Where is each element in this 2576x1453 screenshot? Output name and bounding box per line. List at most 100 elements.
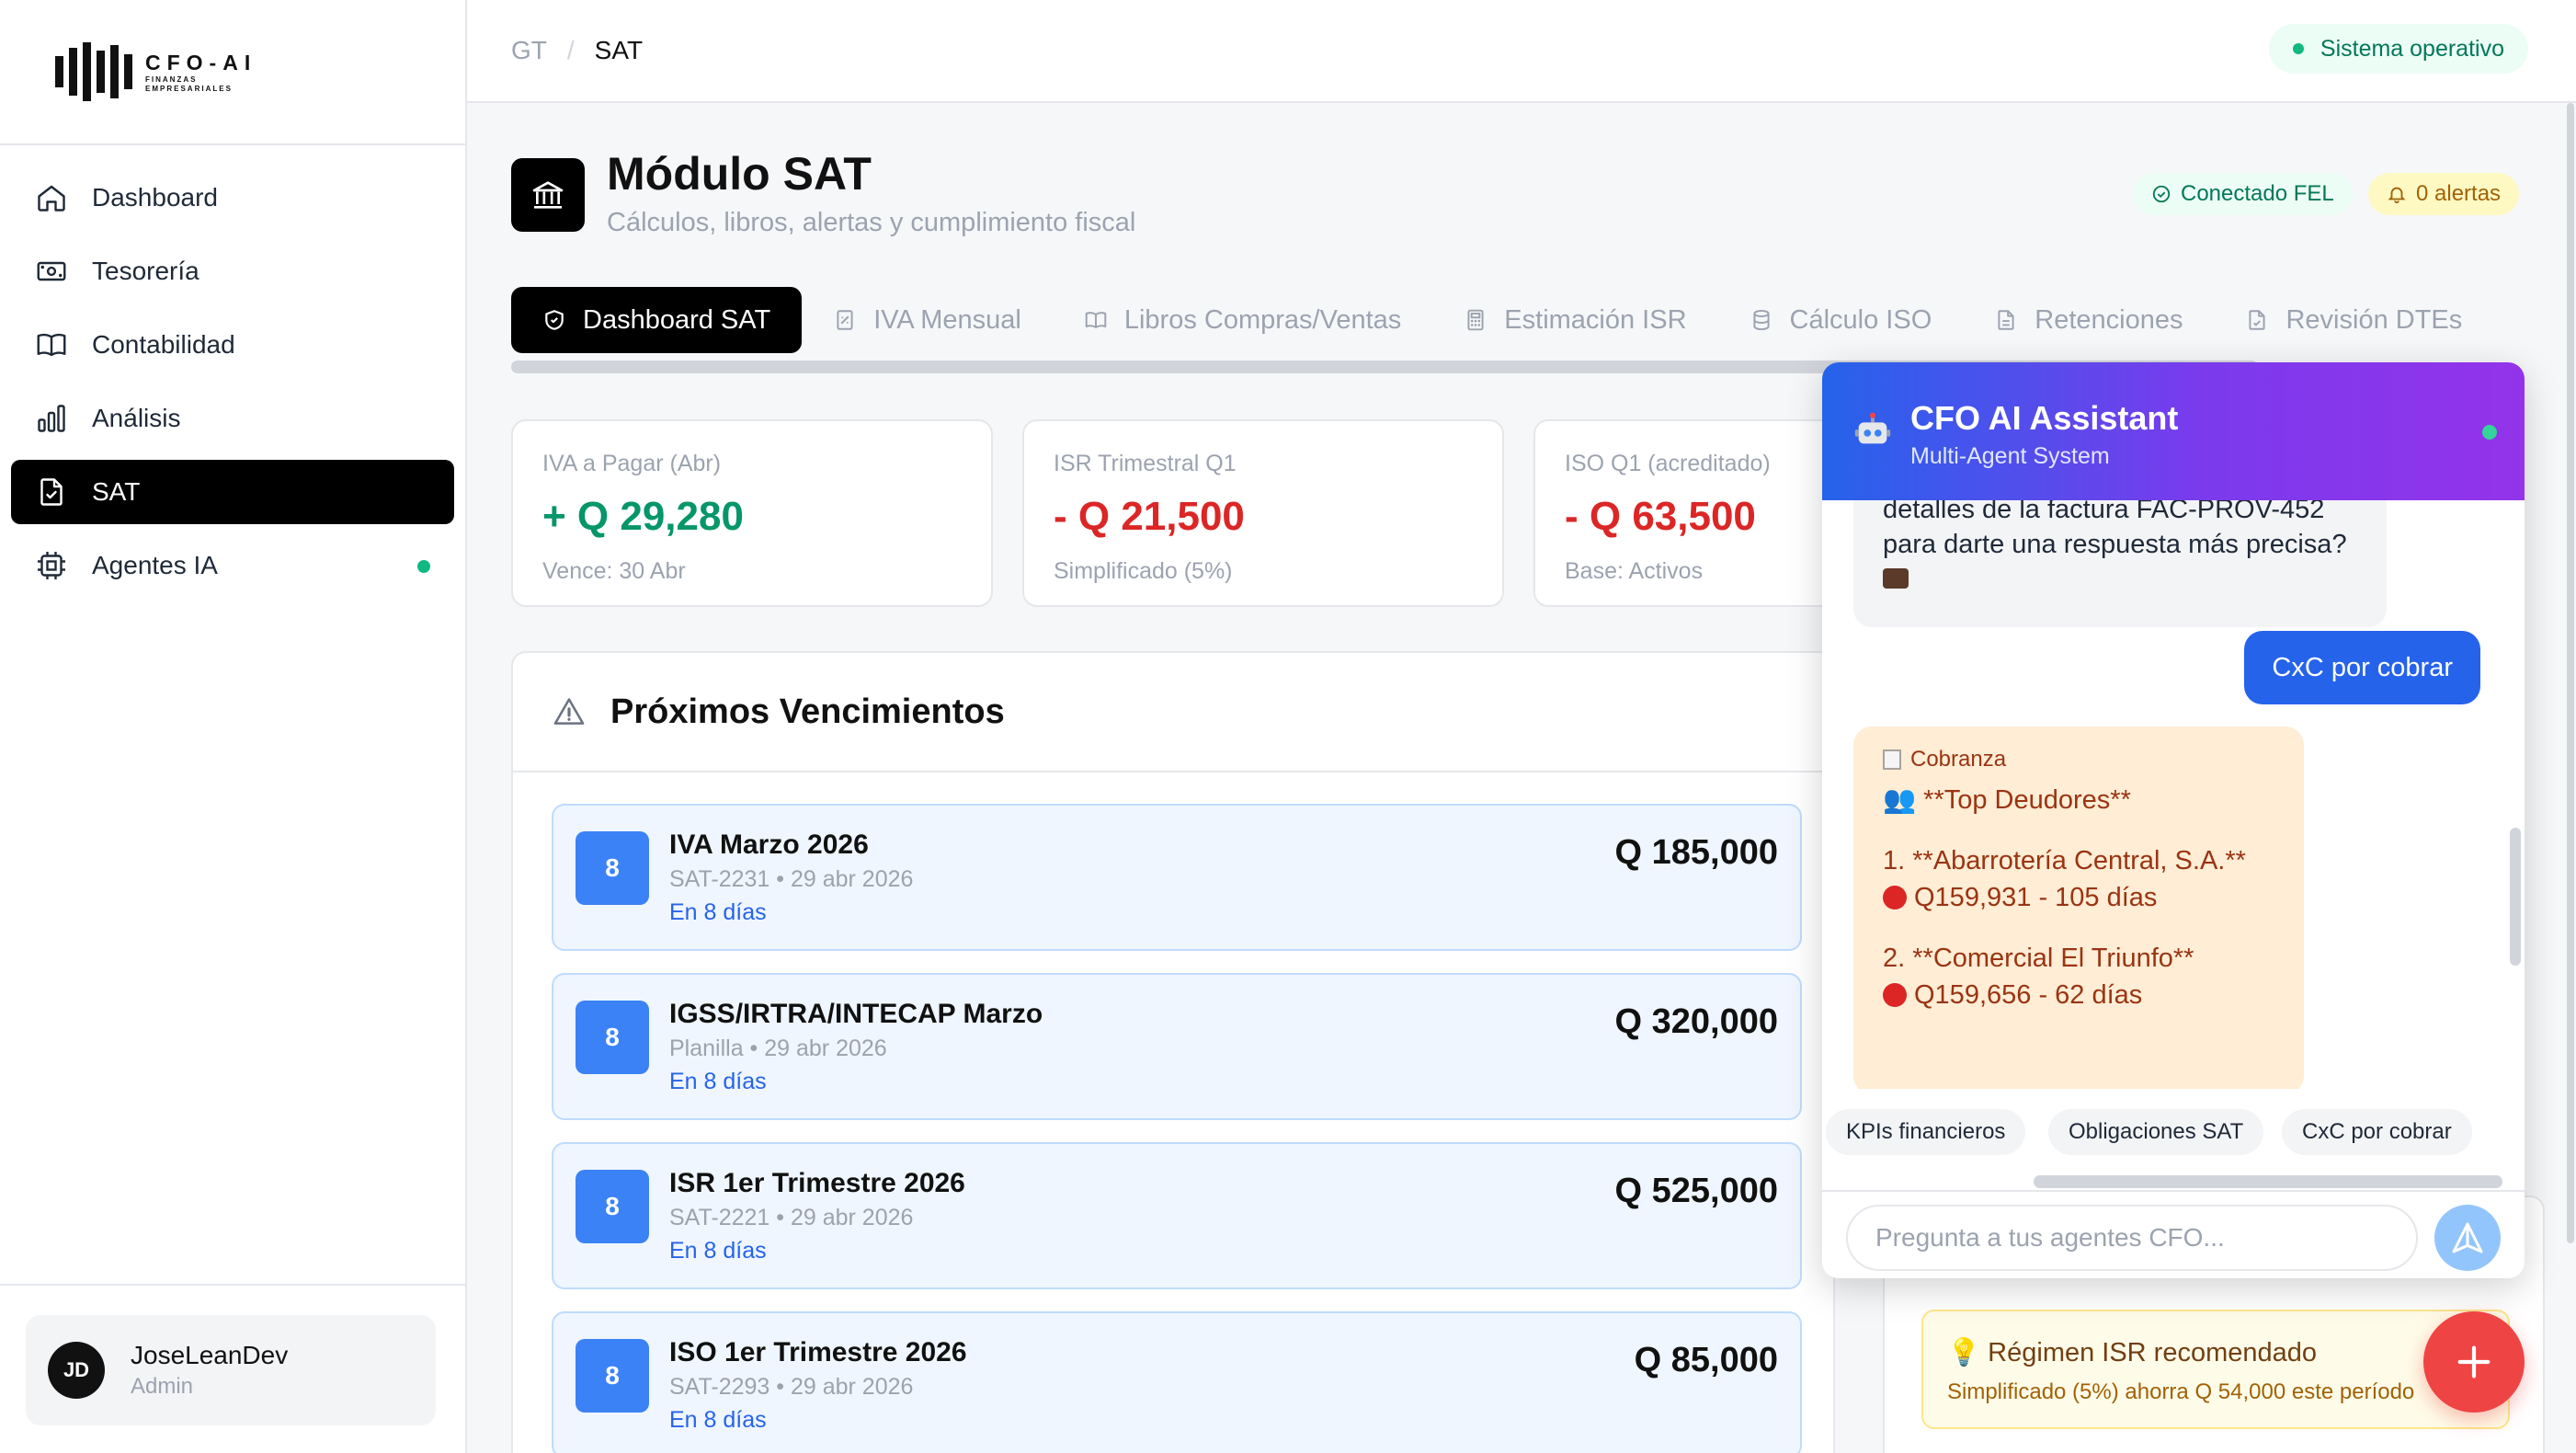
- quick-action-kpis[interactable]: KPIs financieros: [1826, 1109, 2026, 1155]
- alerts-count: 0 alertas: [2416, 181, 2502, 206]
- quick-actions-scrollbar[interactable]: [2034, 1175, 2502, 1188]
- sidebar-item-label: Análisis: [92, 404, 181, 432]
- sidebar-divider: [0, 1284, 465, 1286]
- tab-label: Dashboard SAT: [583, 304, 771, 335]
- receipt-icon: [837, 310, 853, 330]
- sidebar-item-sat[interactable]: SAT: [11, 460, 454, 524]
- book-icon: [1085, 312, 1107, 328]
- vencimiento-amount: Q 525,000: [1614, 1172, 1778, 1210]
- vencimiento-meta: SAT-2293 • 29 abr 2026: [669, 1374, 914, 1400]
- vencimientos-panel: Próximos Vencimientos 8 IVA Marzo 2026 S…: [511, 651, 1835, 1453]
- tab-iva-mensual[interactable]: IVA Mensual: [802, 287, 1053, 353]
- vencimiento-title: IGSS/IRTRA/INTECAP Marzo: [669, 999, 1043, 1029]
- page-title: Módulo SAT: [607, 148, 872, 200]
- logo-mark-icon: [55, 40, 132, 104]
- tab-libros-compras-ventas[interactable]: Libros Compras/Ventas: [1053, 287, 1432, 353]
- days-badge: 8: [576, 831, 649, 905]
- vencimiento-item[interactable]: 8 ISO 1er Trimestre 2026 SAT-2293 • 29 a…: [552, 1311, 1802, 1453]
- vencimiento-meta: Planilla • 29 abr 2026: [669, 1035, 887, 1061]
- vencimiento-item[interactable]: 8 IVA Marzo 2026 SAT-2231 • 29 abr 2026 …: [552, 804, 1802, 951]
- chat-subtitle: Multi-Agent System: [1910, 443, 2110, 469]
- robot-icon: [1854, 412, 1891, 444]
- breadcrumb-root[interactable]: GT: [511, 36, 547, 65]
- warning-triangle-icon: [553, 698, 585, 725]
- brand-logo[interactable]: CFO-AI FINANZAS EMPRESARIALES: [0, 0, 465, 145]
- send-icon: [2452, 1222, 2483, 1253]
- calculator-icon: [1467, 309, 1484, 331]
- vencimiento-amount: Q 320,000: [1614, 1002, 1778, 1041]
- sidebar-item-label: Agentes IA: [92, 551, 218, 579]
- brand-name: CFO-AI: [145, 50, 257, 74]
- vencimiento-title: ISR 1er Trimestre 2026: [669, 1168, 965, 1198]
- quick-action-obligaciones[interactable]: Obligaciones SAT: [2048, 1109, 2264, 1155]
- vencimiento-due: En 8 días: [669, 1238, 767, 1264]
- stat-subtext: Vence: 30 Abr: [542, 558, 686, 584]
- message-line: Q159,656 - 62 días: [1883, 977, 2304, 1013]
- message-line: 👥 **Top Deudores**: [1883, 785, 2131, 815]
- message-line: Q159,931 - 105 días: [1883, 879, 2304, 916]
- brand-tagline-2: EMPRESARIALES: [145, 84, 233, 93]
- tab-revision-dtes[interactable]: Revisión DTEs: [2214, 287, 2462, 353]
- sidebar-item-agentes-ia[interactable]: Agentes IA: [11, 533, 454, 598]
- lightbulb-icon: 💡: [1947, 1338, 1989, 1367]
- book-icon: [37, 333, 66, 357]
- stat-label: ISR Trimestral Q1: [1054, 451, 1237, 476]
- add-fab-button[interactable]: [2423, 1311, 2525, 1413]
- sat-tabs: Dashboard SAT IVA Mensual Libros Compras…: [511, 287, 2462, 353]
- shield-icon: [545, 310, 564, 330]
- vencimiento-meta: SAT-2221 • 29 abr 2026: [669, 1205, 914, 1230]
- vencimiento-due: En 8 días: [669, 899, 767, 925]
- tab-estimacion-isr[interactable]: Estimación ISR: [1432, 287, 1717, 353]
- tab-dashboard-sat[interactable]: Dashboard SAT: [511, 287, 803, 353]
- vencimiento-title: ISO 1er Trimestre 2026: [669, 1337, 967, 1367]
- system-status-text: Sistema operativo: [2320, 35, 2504, 62]
- sidebar-item-tesoreria[interactable]: Tesorería: [11, 239, 454, 303]
- regimen-recommendation[interactable]: 💡 Régimen ISR recomendado Simplificado (…: [1921, 1310, 2510, 1429]
- system-status-badge: Sistema operativo: [2268, 24, 2528, 74]
- tab-retenciones[interactable]: Retenciones: [1963, 287, 2214, 353]
- user-profile[interactable]: JD JoseLeanDev Admin: [26, 1315, 436, 1425]
- tab-label: Revisión DTEs: [2285, 304, 2463, 335]
- recommendation-text: Simplificado (5%) ahorra Q 54,000 este p…: [1947, 1379, 2415, 1404]
- alerts-badge[interactable]: 0 alertas: [2368, 173, 2520, 215]
- red-circle-icon: [1883, 983, 1907, 1007]
- home-icon: [38, 185, 65, 212]
- page-scrollbar[interactable]: [2567, 103, 2574, 1243]
- stat-label: IVA a Pagar (Abr): [542, 451, 722, 476]
- days-badge: 8: [576, 1339, 649, 1413]
- stat-card-isr: ISR Trimestral Q1 - Q 21,500 Simplificad…: [1022, 419, 1504, 607]
- sidebar-item-analisis[interactable]: Análisis: [11, 386, 454, 451]
- user-role: Admin: [131, 1374, 194, 1399]
- chat-scrollbar[interactable]: [2510, 828, 2521, 966]
- chat-window: CFO AI Assistant Multi-Agent System deta…: [1822, 362, 2525, 1278]
- vencimiento-item[interactable]: 8 ISR 1er Trimestre 2026 SAT-2221 • 29 a…: [552, 1142, 1802, 1289]
- vencimiento-title: IVA Marzo 2026: [669, 829, 869, 860]
- file-check-icon: [40, 478, 63, 506]
- bank-icon: [511, 158, 585, 232]
- vencimiento-due: En 8 días: [669, 1407, 767, 1433]
- check-circle-icon: [2152, 185, 2171, 203]
- sidebar-item-dashboard[interactable]: Dashboard: [11, 166, 454, 230]
- fel-status-text: Conectado FEL: [2181, 181, 2334, 206]
- send-button[interactable]: [2434, 1205, 2501, 1271]
- sidebar-nav: Dashboard Tesorería Contabilidad Análisi…: [0, 145, 465, 598]
- vencimiento-due: En 8 días: [669, 1069, 767, 1094]
- tab-label: Estimación ISR: [1504, 304, 1687, 335]
- sidebar-item-label: Contabilidad: [92, 330, 235, 359]
- chat-title: CFO AI Assistant: [1910, 399, 2179, 437]
- plus-icon: [2457, 1345, 2491, 1379]
- quick-action-cxc[interactable]: CxC por cobrar: [2282, 1109, 2472, 1155]
- sidebar-item-contabilidad[interactable]: Contabilidad: [11, 313, 454, 377]
- vencimiento-item[interactable]: 8 IGSS/IRTRA/INTECAP Marzo Planilla • 29…: [552, 973, 1802, 1120]
- briefcase-icon: [1883, 568, 1909, 589]
- tab-label: IVA Mensual: [873, 304, 1021, 335]
- tab-calculo-iso[interactable]: Cálculo ISO: [1718, 287, 1964, 353]
- chat-input[interactable]: [1846, 1205, 2418, 1271]
- tab-label: Libros Compras/Ventas: [1123, 304, 1402, 335]
- assistant-message-cobranza: Cobranza 👥 **Top Deudores** 1. **Abarrot…: [1853, 726, 2304, 1094]
- sidebar-item-label: SAT: [92, 477, 141, 506]
- breadcrumb-current: SAT: [594, 36, 644, 64]
- bell-icon: [2388, 187, 2406, 204]
- message-text: para darte una respuesta más precisa?: [1883, 530, 2347, 559]
- days-badge: 8: [576, 1170, 649, 1243]
